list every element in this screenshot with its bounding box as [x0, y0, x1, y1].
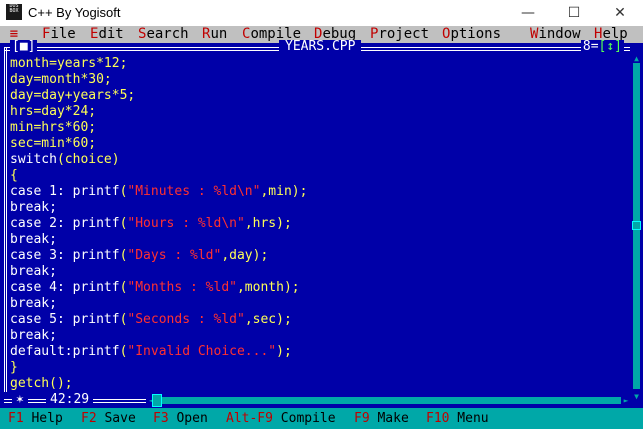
code-line[interactable]: min=hrs*60; [10, 120, 630, 136]
code-line[interactable]: break; [10, 200, 630, 216]
code-line[interactable]: sec=min*60; [10, 136, 630, 152]
code-line[interactable]: case 2: printf("Hours : %ld\n",hrs); [10, 216, 630, 232]
editor-frame-bottom: ✶ 42:29 [4, 392, 146, 408]
code-line[interactable]: } [10, 360, 630, 376]
code-token: day=month*30; [10, 72, 112, 87]
status-altf9-compile[interactable]: Alt-F9 Compile [226, 408, 336, 429]
code-token: break; [10, 232, 57, 247]
code-token: break; [10, 296, 57, 311]
code-token: "Seconds : %ld" [127, 312, 245, 327]
menu-window[interactable]: Window [530, 26, 581, 43]
code-token: case 2: printf [10, 216, 120, 231]
code-token: ,day); [221, 248, 269, 263]
cursor-position-marker: ✶ [12, 392, 28, 408]
code-token: sec=min*60; [10, 136, 97, 151]
vertical-scrollbar[interactable]: ▲ ▼ [631, 55, 642, 403]
menu-search[interactable]: Search [138, 26, 189, 43]
code-token: break; [10, 264, 57, 279]
code-token: ); [276, 344, 292, 359]
code-line[interactable]: switch(choice) [10, 152, 630, 168]
status-f10-menu[interactable]: F10 Menu [426, 408, 489, 429]
scroll-down-arrow-icon[interactable]: ▼ [631, 393, 642, 401]
code-token: "Minutes : %ld\n" [127, 184, 261, 199]
scroll-up-arrow-icon[interactable]: ▲ [631, 55, 642, 63]
code-token: case 4: printf [10, 280, 120, 295]
code-line[interactable]: { [10, 168, 630, 184]
editor-frame-left [4, 48, 7, 392]
close-button[interactable]: ✕ [597, 0, 643, 26]
vertical-scroll-thumb[interactable] [632, 221, 641, 230]
code-line[interactable]: case 4: printf("Months : %ld",month); [10, 280, 630, 296]
code-token: ,min); [260, 184, 308, 199]
code-token: break; [10, 200, 57, 215]
code-token: (choice) [56, 152, 120, 167]
code-token: ,hrs); [244, 216, 292, 231]
menu-file[interactable]: File [42, 26, 76, 43]
window-title: C++ By Yogisoft [28, 5, 121, 20]
window-titlebar: DOS BOX C++ By Yogisoft — ☐ ✕ [0, 0, 643, 26]
code-token: day=day+years*5; [10, 88, 136, 103]
code-token: month=years*12; [10, 56, 128, 71]
code-line[interactable]: getch(); [10, 376, 630, 392]
status-bar: F1 Help F2 Save F3 Open Alt-F9 Compile F… [0, 408, 643, 429]
code-token: case 3: printf [10, 248, 120, 263]
status-f2-save[interactable]: F2 Save [81, 408, 136, 429]
menu-options[interactable]: Options [442, 26, 501, 43]
minimize-button[interactable]: — [505, 0, 551, 26]
code-token: case 1: printf [10, 184, 120, 199]
code-token: { [10, 168, 18, 183]
code-line[interactable]: case 3: printf("Days : %ld",day); [10, 248, 630, 264]
code-token: break; [10, 328, 57, 343]
code-line[interactable]: day=day+years*5; [10, 88, 630, 104]
editor-frame-top: [■] YEARS.CPP 8=[↕] [4, 40, 630, 55]
code-line[interactable]: default:printf("Invalid Choice..."); [10, 344, 630, 360]
menu-project[interactable]: Project [370, 26, 429, 43]
code-line[interactable]: break; [10, 264, 630, 280]
cursor-position: 42:29 [46, 392, 94, 408]
code-area[interactable]: month=years*12; day=month*30; day=day+year… [10, 56, 630, 392]
code-line[interactable]: day=month*30; [10, 72, 630, 88]
horizontal-scroll-thumb[interactable] [152, 394, 162, 407]
code-token: "Invalid Choice..." [127, 344, 277, 359]
code-token: switch [10, 152, 57, 167]
status-f1-help[interactable]: F1 Help [8, 408, 63, 429]
code-line[interactable]: hrs=day*24; [10, 104, 630, 120]
code-token: hrs=day*24; [10, 104, 97, 119]
code-token: "Days : %ld" [127, 248, 222, 263]
editor-close-box[interactable]: [■] [10, 40, 38, 54]
editor-window[interactable]: [■] YEARS.CPP 8=[↕] month=years*12; day=m… [0, 40, 643, 408]
window-number-and-zoom[interactable]: 8=[↕] [580, 40, 624, 54]
code-token: getch(); [10, 376, 73, 391]
code-token: ,month); [236, 280, 300, 295]
scroll-right-arrow-icon[interactable]: ► [621, 394, 631, 407]
menu-run[interactable]: Run [202, 26, 227, 43]
code-token: ,sec); [244, 312, 292, 327]
code-token: "Months : %ld" [127, 280, 237, 295]
horizontal-scroll-track[interactable] [156, 397, 621, 404]
code-token: "Hours : %ld\n" [127, 216, 245, 231]
code-token: } [10, 360, 18, 375]
code-line[interactable]: break; [10, 296, 630, 312]
status-f9-make[interactable]: F9 Make [354, 408, 409, 429]
code-line[interactable]: break; [10, 328, 630, 344]
code-token: min=hrs*60; [10, 120, 97, 135]
code-token: default:printf [10, 344, 120, 359]
code-token: case 5: printf [10, 312, 120, 327]
code-line[interactable]: break; [10, 232, 630, 248]
maximize-button[interactable]: ☐ [551, 0, 597, 26]
dosbox-app-icon: DOS BOX [6, 4, 22, 20]
menu-edit[interactable]: Edit [90, 26, 124, 43]
code-line[interactable]: case 1: printf("Minutes : %ld\n",min); [10, 184, 630, 200]
horizontal-scrollbar[interactable]: ◄ ► [146, 394, 631, 407]
status-f3-open[interactable]: F3 Open [153, 408, 208, 429]
code-line[interactable]: case 5: printf("Seconds : %ld",sec); [10, 312, 630, 328]
editor-filename: YEARS.CPP [279, 40, 362, 54]
code-line[interactable]: month=years*12; [10, 56, 630, 72]
